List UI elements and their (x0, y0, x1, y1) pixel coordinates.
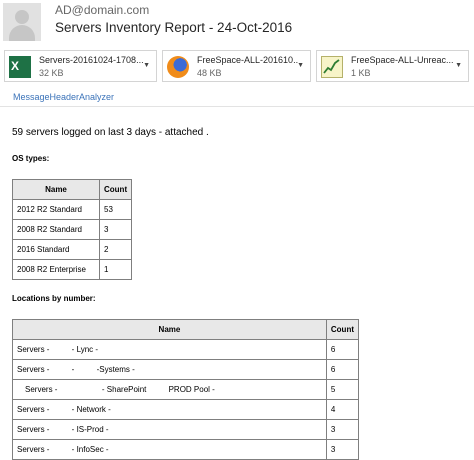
location-count-cell: 4 (325, 399, 360, 420)
locations-table: Name Count Servers - - Lync - 6 Servers … (12, 319, 360, 460)
location-name-cell: Servers - - Lync - (12, 339, 327, 360)
message-header: AD@domain.com Servers Inventory Report -… (0, 0, 474, 44)
table-header-row: Name Count (12, 179, 133, 200)
location-count-cell: 3 (325, 419, 360, 440)
table-row: 2008 R2 Enterprise 1 (12, 259, 133, 280)
table-row: Servers - - IS-Prod - 3 (12, 419, 360, 440)
table-row: 2016 Standard 2 (12, 239, 133, 260)
attachment-servers-xlsx[interactable]: X Servers-20161024-1708.... 32 KB ▼ (4, 50, 157, 82)
attachment-name: Servers-20161024-1708.... (39, 55, 144, 65)
intro-text: 59 servers logged on last 3 days - attac… (12, 127, 209, 138)
os-name-cell: 2008 R2 Standard (12, 219, 100, 240)
column-header: Name (12, 179, 100, 200)
location-count-cell: 6 (325, 359, 360, 380)
table-row: 2008 R2 Standard 3 (12, 219, 133, 240)
os-count-cell: 3 (98, 219, 133, 240)
os-count-cell: 53 (98, 199, 133, 220)
addin-link[interactable]: MessageHeaderAnalyzer (13, 92, 114, 102)
os-count-cell: 2 (98, 239, 133, 260)
column-header: Count (98, 179, 133, 200)
header-divider (0, 106, 474, 107)
os-heading: OS types: (12, 154, 50, 163)
firefox-icon (167, 56, 189, 78)
chart-line-graphic (323, 59, 340, 74)
location-name-cell: Servers - - Network - (12, 399, 327, 420)
locations-heading: Locations by number: (12, 294, 96, 303)
attachment-name: FreeSpace-ALL-201610... (197, 55, 298, 65)
chart-icon (321, 56, 343, 78)
chevron-down-icon[interactable]: ▼ (455, 62, 462, 69)
os-name-cell: 2008 R2 Enterprise (12, 259, 100, 280)
table-row: Servers - - SharePoint PROD Pool - 5 (12, 379, 360, 400)
attachment-size: 32 KB (39, 68, 64, 78)
sender-avatar[interactable] (3, 3, 41, 41)
message-subject: Servers Inventory Report - 24-Oct-2016 (55, 20, 293, 35)
column-header: Name (12, 319, 327, 340)
table-row: Servers - - Network - 4 (12, 399, 360, 420)
location-name-cell: Servers - - IS-Prod - (12, 419, 327, 440)
os-name-cell: 2016 Standard (12, 239, 100, 260)
location-count-cell: 6 (325, 339, 360, 360)
attachment-name: FreeSpace-ALL-Unreac... (351, 55, 454, 65)
location-count-cell: 3 (325, 439, 360, 460)
attachment-freespace-unreachable[interactable]: FreeSpace-ALL-Unreac... 1 KB ▼ (316, 50, 469, 82)
location-name-cell: Servers - - SharePoint PROD Pool - (12, 379, 327, 400)
os-count-cell: 1 (98, 259, 133, 280)
location-name-cell: Servers - - -Systems - (12, 359, 327, 380)
table-row: Servers - - -Systems - 6 (12, 359, 360, 380)
chevron-down-icon[interactable]: ▼ (297, 62, 304, 69)
attachment-freespace-html[interactable]: FreeSpace-ALL-201610... 48 KB ▼ (162, 50, 311, 82)
avatar-head-shape (15, 10, 29, 24)
table-header-row: Name Count (12, 319, 360, 340)
attachment-size: 48 KB (197, 68, 222, 78)
chevron-down-icon[interactable]: ▼ (143, 62, 150, 69)
location-name-cell: Servers - - InfoSec - (12, 439, 327, 460)
excel-icon: X (9, 56, 31, 78)
column-header: Count (325, 319, 360, 340)
location-count-cell: 5 (325, 379, 360, 400)
table-row: 2012 R2 Standard 53 (12, 199, 133, 220)
attachment-size: 1 KB (351, 68, 371, 78)
os-name-cell: 2012 R2 Standard (12, 199, 100, 220)
table-row: Servers - - InfoSec - 3 (12, 439, 360, 460)
avatar-body-shape (9, 25, 35, 41)
sender-address[interactable]: AD@domain.com (55, 3, 149, 17)
os-types-table: Name Count 2012 R2 Standard 53 2008 R2 S… (12, 179, 133, 280)
attachment-bar: X Servers-20161024-1708.... 32 KB ▼ Free… (0, 50, 474, 84)
table-row: Servers - - Lync - 6 (12, 339, 360, 360)
